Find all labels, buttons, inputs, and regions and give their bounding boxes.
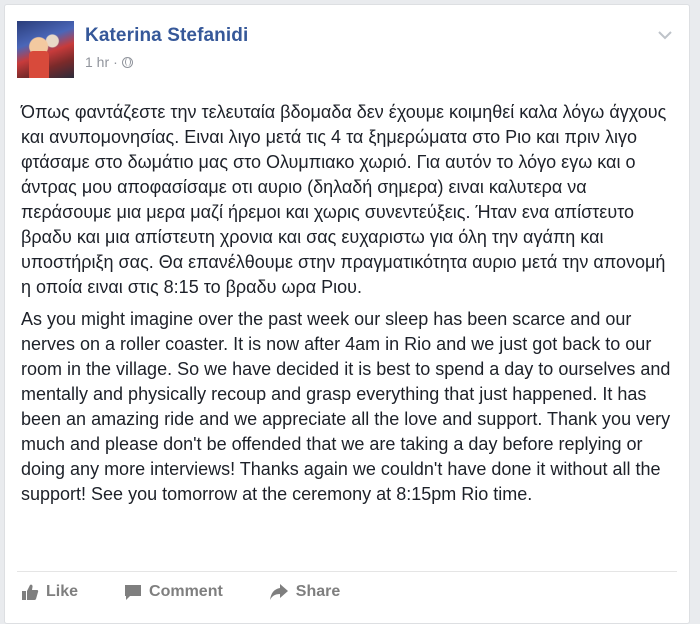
post-meta: 1 hr · (85, 54, 133, 70)
like-button[interactable]: Like (21, 583, 78, 601)
post-paragraph-greek: Όπως φαντάζεστε την τελευταία βδομαδα δε… (21, 102, 667, 297)
comment-icon (125, 585, 142, 600)
chevron-down-icon[interactable] (657, 27, 673, 43)
post-text: Όπως φαντάζεστε την τελευταία βδομαδα δε… (21, 100, 677, 514)
share-icon (269, 584, 288, 600)
thumbs-up-icon (22, 584, 39, 600)
share-label: Share (295, 583, 341, 600)
comment-label: Comment (149, 583, 223, 600)
post-card: Katerina Stefanidi 1 hr · Όπως φαντάζεστ… (4, 4, 690, 624)
share-button[interactable]: Share (269, 583, 340, 601)
post-paragraph-english: As you might imagine over the past week … (21, 309, 671, 504)
divider (17, 571, 677, 572)
globe-icon (121, 56, 133, 68)
avatar[interactable] (17, 21, 74, 78)
meta-separator: · (113, 54, 118, 70)
author-name[interactable]: Katerina Stefanidi (85, 25, 248, 47)
like-label: Like (46, 583, 79, 600)
comment-button[interactable]: Comment (124, 583, 223, 601)
post-actions: Like Comment Share (21, 583, 386, 601)
post-timestamp[interactable]: 1 hr (85, 54, 109, 70)
